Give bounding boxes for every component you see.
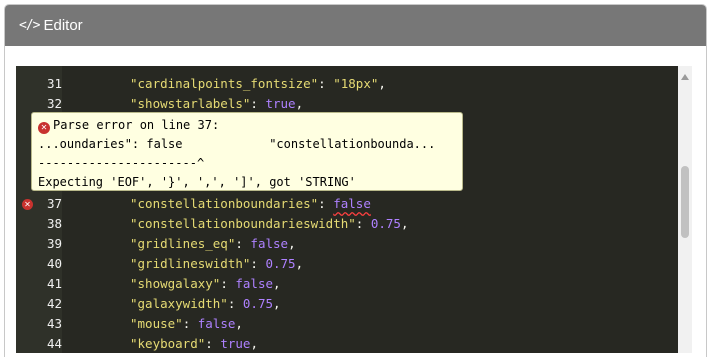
line-number: 31 bbox=[46, 76, 62, 91]
json-comma: , bbox=[250, 336, 258, 351]
json-colon: : bbox=[220, 276, 236, 291]
json-colon: : bbox=[250, 256, 266, 271]
json-comma: , bbox=[273, 296, 281, 311]
json-colon: : bbox=[205, 336, 221, 351]
json-comma: , bbox=[273, 276, 281, 291]
json-value: 0.75 bbox=[265, 256, 296, 271]
code-line: 39 "gridlines_eq": false, bbox=[16, 234, 678, 254]
json-colon: : bbox=[318, 196, 334, 211]
line-number: 37 bbox=[46, 196, 62, 211]
json-key: "keyboard" bbox=[130, 336, 206, 351]
code-line: 44 "keyboard": true, bbox=[16, 334, 678, 353]
code-line: 38 "constellationboundarieswidth": 0.75, bbox=[16, 214, 678, 234]
line-code: "constellationboundarieswidth": 0.75, bbox=[130, 214, 408, 234]
line-code: "cardinalpoints_fontsize": "18px", bbox=[130, 74, 386, 94]
json-key: "gridlines_eq" bbox=[130, 236, 236, 251]
scrollbar-thumb[interactable] bbox=[681, 166, 689, 238]
line-code: "galaxywidth": 0.75, bbox=[130, 294, 281, 314]
line-number: 40 bbox=[46, 256, 62, 271]
code-line: 41 "showgalaxy": false, bbox=[16, 274, 678, 294]
json-value: true bbox=[265, 96, 296, 111]
line-code: "constellationboundaries": false bbox=[130, 194, 371, 214]
code-line: 32 "showstarlabels": true, bbox=[16, 94, 678, 114]
json-key: "gridlineswidth" bbox=[130, 256, 251, 271]
code-line: 43 "mouse": false, bbox=[16, 314, 678, 334]
json-key: "constellationboundarieswidth" bbox=[130, 216, 356, 231]
json-key: "showstarlabels" bbox=[130, 96, 251, 111]
error-icon: ✕ bbox=[38, 122, 50, 134]
json-key: "constellationboundaries" bbox=[130, 196, 319, 211]
json-key: "cardinalpoints_fontsize" bbox=[130, 76, 319, 91]
vertical-scrollbar[interactable] bbox=[678, 66, 692, 353]
line-number: 32 bbox=[46, 96, 62, 111]
json-comma: , bbox=[378, 76, 386, 91]
parse-error-tooltip: ✕ Parse error on line 37: ...oundaries": … bbox=[31, 112, 463, 191]
code-line: ✕ 37 "constellationboundaries": false bbox=[16, 194, 678, 214]
error-pointer: ----------------------^ bbox=[38, 156, 205, 170]
json-comma: , bbox=[235, 316, 243, 331]
line-code: "keyboard": true, bbox=[130, 334, 258, 353]
json-comma: , bbox=[295, 256, 304, 271]
json-colon: : bbox=[227, 296, 243, 311]
json-colon: : bbox=[182, 316, 198, 331]
json-comma: , bbox=[288, 236, 296, 251]
scroll-up-arrow-icon[interactable] bbox=[681, 74, 689, 80]
json-key: "galaxywidth" bbox=[130, 296, 228, 311]
line-code: "gridlineswidth": 0.75, bbox=[130, 254, 303, 274]
code-line: 31 "cardinalpoints_fontsize": "18px", bbox=[16, 74, 678, 94]
json-comma: , bbox=[400, 216, 409, 231]
json-value: 0.75 bbox=[370, 216, 401, 231]
panel-header: </> Editor bbox=[5, 5, 706, 46]
code-editor[interactable]: 31 "cardinalpoints_fontsize": "18px", 32 "s… bbox=[16, 66, 692, 353]
json-value: "18px" bbox=[333, 76, 379, 91]
json-colon: : bbox=[318, 76, 334, 91]
line-code: "showstarlabels": true, bbox=[130, 94, 303, 114]
line-number: 42 bbox=[46, 296, 62, 311]
json-colon: : bbox=[235, 236, 251, 251]
json-value: false bbox=[333, 196, 371, 211]
code-icon: </> bbox=[19, 18, 41, 33]
json-value: false bbox=[250, 236, 289, 251]
json-value: false bbox=[197, 316, 236, 331]
line-number: 43 bbox=[46, 316, 62, 331]
json-key: "mouse" bbox=[130, 316, 183, 331]
error-expecting: Expecting 'EOF', '}', ',', ']', got 'STR… bbox=[38, 175, 356, 189]
line-code: "gridlines_eq": false, bbox=[130, 234, 296, 254]
line-number: 41 bbox=[46, 276, 62, 291]
code-line: 40 "gridlineswidth": 0.75, bbox=[16, 254, 678, 274]
json-value: true bbox=[220, 336, 251, 351]
line-code: "mouse": false, bbox=[130, 314, 243, 334]
json-value: 0.75 bbox=[242, 296, 274, 311]
code-line: 42 "galaxywidth": 0.75, bbox=[16, 294, 678, 314]
panel-title: Editor bbox=[43, 17, 83, 34]
line-number: 38 bbox=[46, 216, 62, 231]
json-colon: : bbox=[355, 216, 371, 231]
line-code: "showgalaxy": false, bbox=[130, 274, 281, 294]
error-context: ...oundaries": false "constellationbound… bbox=[38, 137, 436, 151]
json-comma: , bbox=[295, 96, 304, 111]
json-value: false bbox=[235, 276, 274, 291]
json-key: "showgalaxy" bbox=[130, 276, 221, 291]
error-title: Parse error on line 37: bbox=[53, 118, 220, 132]
line-number: 39 bbox=[46, 236, 62, 251]
line-number: 44 bbox=[46, 336, 62, 351]
json-colon: : bbox=[250, 96, 266, 111]
